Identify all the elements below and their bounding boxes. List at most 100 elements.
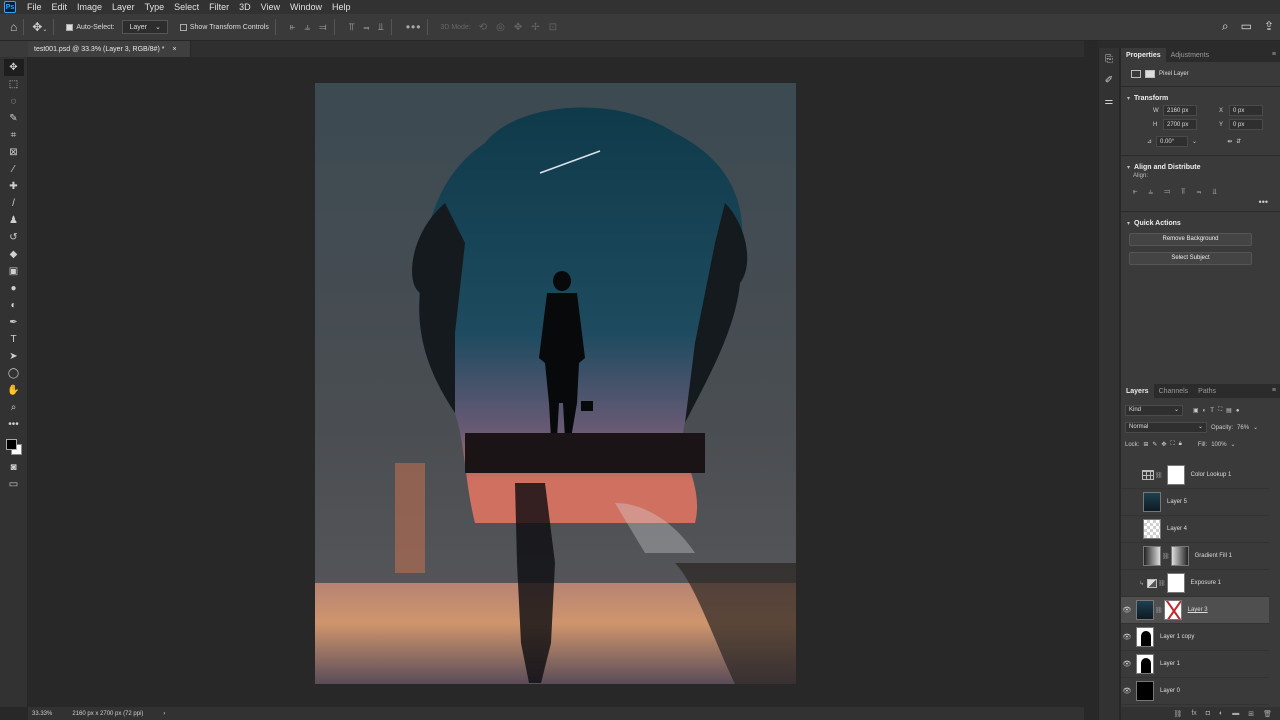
crop-tool-icon[interactable]: ⌗ <box>4 127 24 144</box>
tab-paths[interactable]: Paths <box>1193 384 1221 398</box>
link-icon[interactable]: ⛓ <box>1162 553 1170 560</box>
flip-horizontal-icon[interactable]: ⇹ <box>1227 138 1232 145</box>
tab-layers[interactable]: Layers <box>1121 384 1154 398</box>
new-layer-icon[interactable]: ⊞ <box>1248 710 1254 718</box>
filter-smart-object-icon[interactable]: ▤ <box>1226 407 1232 414</box>
adjustments-sliders-icon[interactable]: ⚌ <box>1105 96 1114 107</box>
align-horizontal-centers-icon[interactable]: ⫨ <box>305 22 312 33</box>
layer-row-layer-4[interactable]: Layer 4 <box>1121 516 1269 543</box>
ellipse-tool-icon[interactable]: ◯ <box>4 365 24 382</box>
status-expand-icon[interactable]: › <box>163 711 165 717</box>
align-left-edges-icon[interactable]: ⫦ <box>290 22 297 33</box>
layer-row-color-lookup[interactable]: ⛓ Color Lookup 1 <box>1121 462 1269 489</box>
layer-row-layer-1[interactable]: 👁︎ Layer 1 <box>1121 651 1269 678</box>
auto-select-box[interactable] <box>66 23 74 31</box>
menu-window[interactable]: Window <box>285 0 327 14</box>
menu-help[interactable]: Help <box>327 0 356 14</box>
zoom-level[interactable]: 33.33% <box>32 711 52 717</box>
more-align-options-icon[interactable]: ••• <box>1121 197 1280 207</box>
more-options-icon[interactable]: ••• <box>406 20 422 34</box>
menu-type[interactable]: Type <box>140 0 170 14</box>
transform-section-header[interactable]: ▾ Transform <box>1121 87 1280 102</box>
layer-thumbnail[interactable] <box>1143 492 1161 512</box>
layer-row-layer-1-copy[interactable]: 👁︎ Layer 1 copy <box>1121 624 1269 651</box>
3d-slide-icon[interactable]: ✢ <box>531 22 540 33</box>
align-top-edges-icon[interactable]: ⫪ <box>349 22 356 33</box>
panel-menu-icon[interactable]: ≡ <box>1272 51 1276 58</box>
panels-collapse-bar[interactable] <box>1098 41 1280 48</box>
filter-shape-icon[interactable]: ⛶ <box>1218 407 1222 414</box>
menu-file[interactable]: File <box>22 0 47 14</box>
add-mask-icon[interactable]: ◘ <box>1206 710 1210 717</box>
healing-brush-tool-icon[interactable]: ✚ <box>4 178 24 195</box>
lock-all-icon[interactable]: 🔒︎ <box>1179 441 1182 448</box>
hand-tool-icon[interactable]: ✋ <box>4 382 24 399</box>
y-input[interactable]: 0 px <box>1229 119 1263 130</box>
menu-view[interactable]: View <box>256 0 285 14</box>
x-input[interactable]: 0 px <box>1229 105 1263 116</box>
zoom-tool-icon[interactable]: ⌕ <box>4 399 24 416</box>
flip-vertical-icon[interactable]: ⇵ <box>1236 138 1241 145</box>
link-icon[interactable]: ⛓ <box>1158 580 1166 587</box>
new-group-icon[interactable]: ▬ <box>1232 710 1239 717</box>
lock-artboard-icon[interactable]: ⛶ <box>1170 441 1174 448</box>
clone-stamp-tool-icon[interactable]: ♟ <box>4 212 24 229</box>
eye-icon[interactable]: 👁︎ <box>1121 606 1133 614</box>
layer-thumbnail[interactable] <box>1136 681 1154 701</box>
remove-background-button[interactable]: Remove Background <box>1129 233 1252 246</box>
blur-tool-icon[interactable]: ● <box>4 280 24 297</box>
chevron-down-icon[interactable]: ⌄ <box>1231 441 1236 448</box>
lock-transparent-icon[interactable]: ⊞ <box>1143 441 1148 448</box>
search-icon[interactable]: ⌕ <box>1222 19 1229 34</box>
layer-row-layer-5[interactable]: Layer 5 <box>1121 489 1269 516</box>
align-bottom-icon[interactable]: ⫫ <box>1212 187 1217 197</box>
filter-adjustment-icon[interactable]: ◐ <box>1203 408 1207 414</box>
gradient-thumbnail[interactable] <box>1143 546 1161 566</box>
quick-mask-icon[interactable]: ◙ <box>4 459 24 476</box>
eye-icon[interactable]: 👁︎ <box>1121 633 1133 641</box>
photoshop-logo-icon[interactable]: Ps <box>4 1 16 13</box>
layer-row-layer-3[interactable]: 👁︎ ⛓ Layer 3 <box>1121 597 1269 624</box>
layer-thumbnail[interactable] <box>1136 654 1154 674</box>
mask-icon[interactable] <box>1145 70 1155 78</box>
eyedropper-tool-icon[interactable]: ⁄ <box>4 161 24 178</box>
link-icon[interactable]: ⛓ <box>1155 607 1163 614</box>
layer-thumbnail[interactable] <box>1136 627 1154 647</box>
align-center-h-icon[interactable]: ⫨ <box>1149 187 1154 197</box>
filter-pixel-icon[interactable]: ▣ <box>1193 407 1199 414</box>
tab-properties[interactable]: Properties <box>1121 48 1166 62</box>
history-panel-icon[interactable]: ⎘ <box>1105 54 1113 65</box>
kind-filter-dropdown[interactable]: Kind ⌄ <box>1125 405 1183 416</box>
move-tool-preset-icon[interactable]: ✥⌄ <box>32 20 47 34</box>
chevron-down-icon[interactable]: ⌄ <box>1253 424 1258 431</box>
gradient-tool-icon[interactable]: ▣ <box>4 263 24 280</box>
eye-icon[interactable]: 👁︎ <box>1121 660 1133 668</box>
document-canvas[interactable] <box>315 83 796 684</box>
align-top-icon[interactable]: ⫪ <box>1181 187 1186 197</box>
layer-row-exposure[interactable]: ↳ ⛓ Exposure 1 <box>1121 570 1269 597</box>
quick-selection-tool-icon[interactable]: ✎ <box>4 110 24 127</box>
chevron-down-icon[interactable]: ⌄ <box>1192 138 1197 145</box>
layer-row-gradient-fill[interactable]: ⛓ Gradient Fill 1 <box>1121 543 1269 570</box>
3d-roll-icon[interactable]: ◎ <box>496 22 506 33</box>
menu-3d[interactable]: 3D <box>234 0 256 14</box>
path-selection-tool-icon[interactable]: ➤ <box>4 348 24 365</box>
3d-orbit-icon[interactable]: ⟲ <box>479 22 488 33</box>
show-transform-box[interactable] <box>179 23 187 31</box>
menu-select[interactable]: Select <box>169 0 204 14</box>
frame-tool-icon[interactable]: ⊠ <box>4 144 24 161</box>
screen-mode-icon[interactable]: ▭ <box>4 476 24 493</box>
move-tool-icon[interactable]: ✥ <box>3 59 24 76</box>
align-bottom-edges-icon[interactable]: ⫫ <box>378 22 385 33</box>
menu-layer[interactable]: Layer <box>107 0 140 14</box>
link-layers-icon[interactable]: ⛓ <box>1173 710 1182 718</box>
new-adjustment-icon[interactable]: ◐ <box>1219 710 1223 717</box>
tab-channels[interactable]: Channels <box>1154 384 1194 398</box>
brush-settings-icon[interactable]: ✐ <box>1105 75 1113 86</box>
align-vertical-centers-icon[interactable]: ⫬ <box>363 22 370 33</box>
layer-mask-thumbnail[interactable] <box>1170 546 1189 566</box>
document-tab[interactable]: test001.psd @ 33.3% (Layer 3, RGB/8#) * … <box>28 41 191 57</box>
3d-scale-icon[interactable]: ⊡ <box>549 22 558 33</box>
color-swatches[interactable] <box>4 437 24 459</box>
filter-toggle-icon[interactable]: ● <box>1236 408 1240 414</box>
